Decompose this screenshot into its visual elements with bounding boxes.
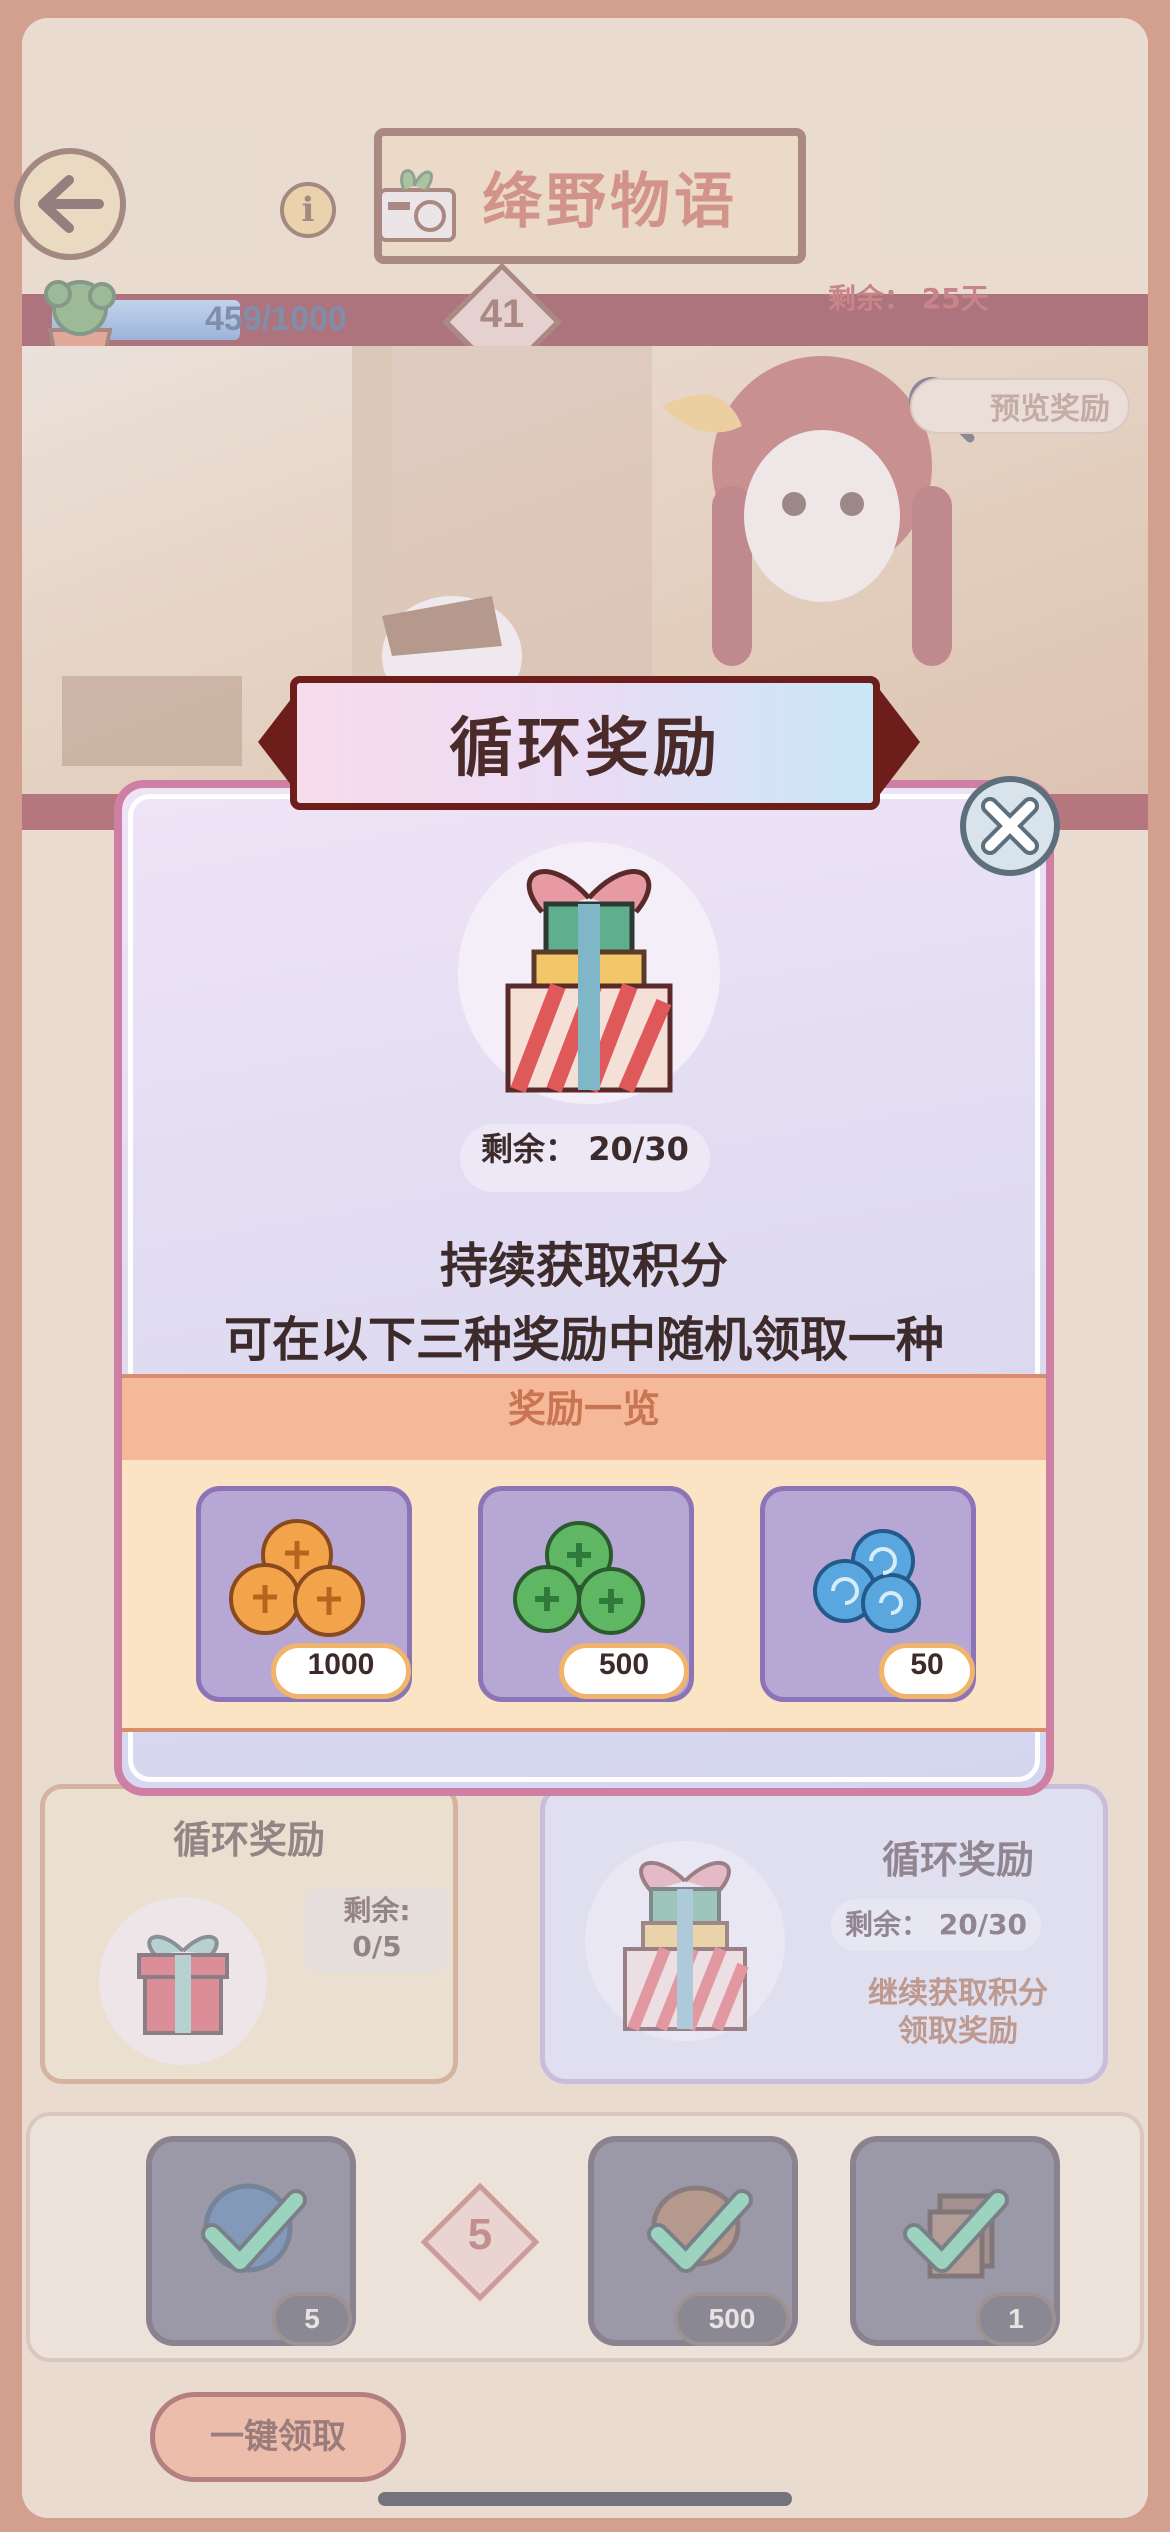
gift-stack-icon — [505, 869, 673, 1094]
orange-coin-icon — [229, 1519, 365, 1637]
reward-item-1: 1000 — [196, 1486, 412, 1702]
banner-right-tip — [880, 690, 920, 794]
reward-list-header: 奖励一览 — [122, 1374, 1046, 1460]
modal-description-line2: 可在以下三种奖励中随机领取一种 — [223, 1312, 944, 1368]
reward-item-2-amount: 500 — [559, 1643, 689, 1699]
green-clover-coin-icon — [513, 1521, 645, 1635]
blue-swirl-gem-icon — [813, 1529, 921, 1633]
reward-item-3-amount: 50 — [879, 1643, 975, 1699]
close-button[interactable] — [960, 776, 1060, 876]
reward-item-2: 500 — [478, 1486, 694, 1702]
modal-description-line1: 持续获取积分 — [439, 1238, 728, 1294]
close-icon — [981, 797, 1039, 855]
reward-item-3: 50 — [760, 1486, 976, 1702]
reward-item-1-amount: 1000 — [271, 1643, 411, 1699]
modal-title-banner: 循环奖励 — [290, 676, 880, 810]
modal-remaining: 剩余： 20/30 — [460, 1124, 710, 1192]
modal-title: 循环奖励 — [449, 712, 721, 786]
modal-gift-circle — [458, 842, 720, 1104]
